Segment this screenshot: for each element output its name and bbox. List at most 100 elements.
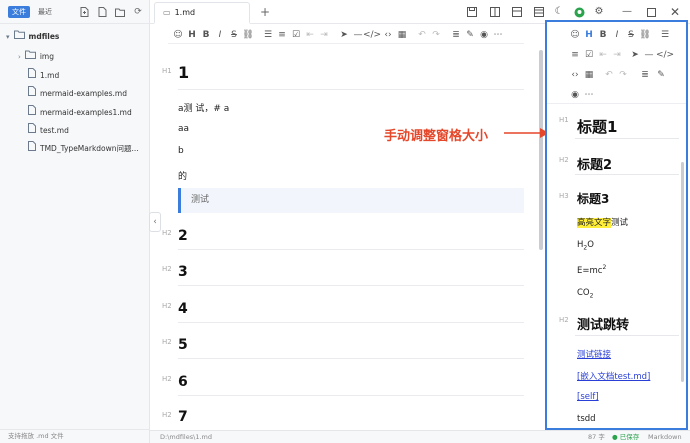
- heading-button[interactable]: H: [186, 28, 198, 42]
- editor-pane[interactable]: H1 1 a测 试，# a aa b 的 测试 H2 2 H2 3 H2 4 H…: [150, 45, 540, 429]
- dark-mode-icon[interactable]: ☾: [552, 5, 566, 19]
- editor-scrollbar[interactable]: [539, 50, 543, 250]
- bold-button[interactable]: B: [597, 28, 609, 42]
- paragraph[interactable]: a测 试，# a: [178, 101, 229, 114]
- tab-document[interactable]: ▭ 1.md: [154, 2, 250, 24]
- paragraph: tsdd: [577, 414, 596, 424]
- emoji-icon[interactable]: ☺: [172, 28, 184, 42]
- link-icon[interactable]: ⛓: [242, 28, 254, 42]
- checklist-icon[interactable]: ☑: [583, 48, 595, 62]
- checklist-icon[interactable]: ☑: [290, 28, 302, 42]
- save-icon[interactable]: [465, 5, 479, 19]
- tree-item-1md[interactable]: 1.md: [28, 68, 59, 82]
- heading-level-label: H2: [559, 156, 569, 164]
- tree-item-mermaid1[interactable]: mermaid-examples1.md: [28, 105, 132, 119]
- indent-icon[interactable]: ⇥: [611, 48, 623, 62]
- formula-emc: E=mc2: [577, 264, 606, 276]
- heading-divider: [178, 89, 524, 90]
- tab-files[interactable]: 文件: [8, 6, 30, 18]
- tree-root[interactable]: ▾ mdfiles: [6, 30, 59, 44]
- new-file-icon[interactable]: [78, 6, 90, 18]
- blockquote[interactable]: 测试: [178, 188, 524, 213]
- emoji-icon[interactable]: ☺: [569, 28, 581, 42]
- preview-eye-icon[interactable]: ◉: [478, 28, 490, 42]
- tree-item-mermaid[interactable]: mermaid-examples.md: [28, 86, 127, 100]
- more-icon[interactable]: ⋯: [492, 28, 504, 42]
- edit-icon[interactable]: ✎: [655, 68, 667, 82]
- ordered-list-icon[interactable]: ≡: [276, 28, 288, 42]
- layout-split-icon[interactable]: [488, 5, 502, 19]
- gear-icon[interactable]: ⚙: [592, 5, 606, 19]
- table-icon[interactable]: ▦: [583, 68, 595, 82]
- new-file-2-icon[interactable]: [96, 6, 108, 18]
- heading-2[interactable]: 5: [178, 337, 188, 353]
- undo-icon[interactable]: ↶: [416, 28, 428, 42]
- github-icon[interactable]: [572, 5, 586, 19]
- outdent-icon[interactable]: ⇤: [597, 48, 609, 62]
- bullet-list-icon[interactable]: ☰: [659, 28, 671, 42]
- tab-recent[interactable]: 最近: [34, 6, 56, 18]
- maximize-icon[interactable]: [644, 5, 658, 19]
- paragraph[interactable]: b: [178, 146, 184, 156]
- tree-item-label: TMD_TypeMarkdown问题...: [40, 144, 139, 153]
- link-icon[interactable]: ⛓: [639, 28, 651, 42]
- edit-icon[interactable]: ✎: [464, 28, 476, 42]
- align-icon[interactable]: ≣: [639, 68, 651, 82]
- align-icon[interactable]: ≣: [450, 28, 462, 42]
- heading-2[interactable]: 4: [178, 301, 188, 317]
- heading-2[interactable]: 3: [178, 264, 188, 280]
- file-icon: [28, 141, 36, 151]
- tree-item-test[interactable]: test.md: [28, 123, 69, 137]
- tree-item-label: 1.md: [40, 71, 60, 80]
- bold-button[interactable]: B: [200, 28, 212, 42]
- heading-2[interactable]: 2: [178, 228, 188, 244]
- italic-button[interactable]: I: [214, 28, 226, 42]
- code-inline-icon[interactable]: ‹›: [382, 28, 394, 42]
- quote-icon[interactable]: ➤: [629, 48, 641, 62]
- quote-icon[interactable]: ➤: [338, 28, 350, 42]
- outdent-icon[interactable]: ⇤: [304, 28, 316, 42]
- heading-2[interactable]: 7: [178, 409, 188, 425]
- status-mode[interactable]: Markdown: [648, 431, 682, 443]
- redo-icon[interactable]: ↷: [617, 68, 629, 82]
- heading-2[interactable]: 6: [178, 374, 188, 390]
- code-inline-icon[interactable]: ‹›: [569, 68, 581, 82]
- add-tab-button[interactable]: +: [258, 5, 272, 19]
- heading-button[interactable]: H: [583, 28, 595, 42]
- bullet-list-icon[interactable]: ☰: [262, 28, 274, 42]
- refresh-icon[interactable]: ⟳: [132, 6, 144, 18]
- table-icon[interactable]: ▦: [396, 28, 408, 42]
- tree-item-tmd[interactable]: TMD_TypeMarkdown问题...: [28, 141, 139, 155]
- layout-editor-icon[interactable]: [532, 5, 546, 19]
- strike-button[interactable]: S: [625, 28, 637, 42]
- ordered-list-icon[interactable]: ≡: [569, 48, 581, 62]
- heading-divider: [178, 285, 524, 286]
- close-icon[interactable]: ✕: [668, 5, 682, 19]
- preview-eye-icon[interactable]: ◉: [569, 88, 581, 102]
- paragraph[interactable]: aa: [178, 124, 189, 134]
- preview-pane[interactable]: ☺ H B I S ⛓ ☰ ≡ ☑ ⇤ ⇥ ➤ — </> ‹› ▦ ↶ ↷ ≣…: [545, 20, 688, 430]
- heading-1[interactable]: 1: [178, 63, 189, 82]
- paragraph[interactable]: 的: [178, 169, 187, 182]
- tree-item-img[interactable]: › img: [18, 50, 54, 64]
- open-folder-icon[interactable]: [114, 6, 126, 18]
- minimize-icon[interactable]: —: [620, 5, 634, 19]
- redo-icon[interactable]: ↷: [430, 28, 442, 42]
- more-icon[interactable]: ⋯: [583, 88, 595, 102]
- indent-icon[interactable]: ⇥: [318, 28, 330, 42]
- preview-scrollbar[interactable]: [681, 162, 684, 382]
- layout-preview-icon[interactable]: [510, 5, 524, 19]
- code-icon[interactable]: </>: [363, 28, 381, 42]
- italic-button[interactable]: I: [611, 28, 623, 42]
- heading-level-label: H2: [162, 265, 172, 273]
- undo-icon[interactable]: ↶: [603, 68, 615, 82]
- heading-divider: [575, 174, 679, 175]
- horizontal-rule-icon[interactable]: —: [643, 48, 655, 62]
- link-embed-doc[interactable]: [嵌入文档test.md]: [577, 370, 650, 382]
- link-test[interactable]: 测试链接: [577, 348, 611, 360]
- code-icon[interactable]: </>: [656, 48, 674, 62]
- highlight-paragraph: 高亮文字测试: [577, 216, 628, 228]
- preview-heading-3: 标题3: [577, 192, 610, 206]
- link-self[interactable]: [self]: [577, 392, 599, 402]
- strike-button[interactable]: S: [228, 28, 240, 42]
